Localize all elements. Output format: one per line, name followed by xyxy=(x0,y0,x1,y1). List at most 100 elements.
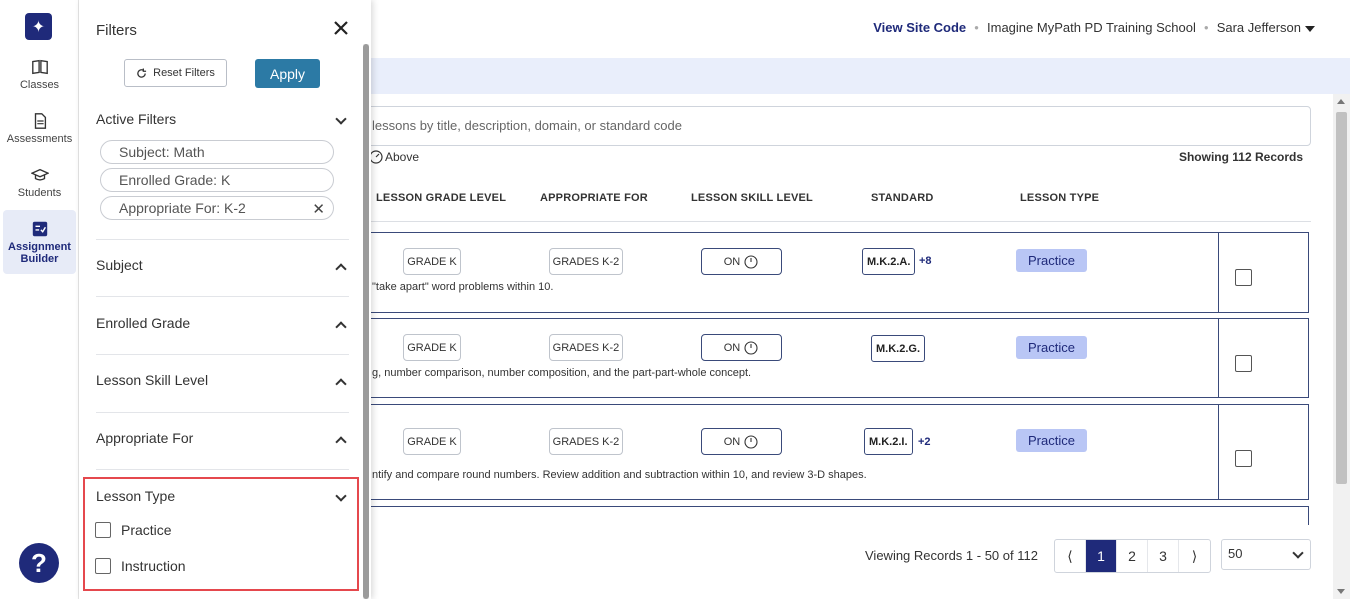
refresh-icon xyxy=(137,67,147,78)
caret-down-icon xyxy=(1305,26,1315,32)
gauge-icon xyxy=(744,340,758,355)
page-button-3[interactable]: 3 xyxy=(1148,540,1179,572)
table-row[interactable]: GRADE K GRADES K-2 ON M.K.2.A. +8 Practi… xyxy=(309,232,1309,313)
apply-button[interactable]: Apply xyxy=(255,59,320,88)
table-row[interactable]: GRADE K GRADES K-2 ON M.K.2.I. +2 Practi… xyxy=(309,404,1309,500)
table-row[interactable]: GRADE K GRADES K-2 ON M.K.2.G. Practice … xyxy=(309,318,1309,398)
chevron-up-icon xyxy=(335,378,347,390)
standard-badge[interactable]: M.K.2.A. xyxy=(862,248,916,275)
filter-section-subject[interactable]: Subject xyxy=(96,257,349,275)
lesson-description: ntify and compare round numbers. Review … xyxy=(372,469,867,481)
divider xyxy=(96,239,349,240)
chevron-down-icon xyxy=(1292,547,1304,559)
nav-item-classes[interactable]: Classes xyxy=(3,56,76,104)
appropriate-badge: GRADES K-2 xyxy=(549,428,623,455)
section-title: Appropriate For xyxy=(96,430,194,446)
scroll-down-icon[interactable] xyxy=(1337,589,1345,594)
graduation-cap-icon xyxy=(30,168,49,181)
header-divider xyxy=(309,221,1311,222)
nav-label: Assessments xyxy=(6,133,73,145)
app-logo-icon[interactable]: ✦ xyxy=(25,13,52,40)
col-lesson-type[interactable]: LESSON TYPE xyxy=(1020,192,1099,204)
row-checkbox[interactable] xyxy=(1235,269,1252,286)
gauge-icon xyxy=(369,150,383,164)
prev-page-button[interactable]: ⟨ xyxy=(1055,540,1086,572)
user-name: Sara Jefferson xyxy=(1216,20,1301,35)
col-standard[interactable]: STANDARD xyxy=(871,192,934,204)
select-cell xyxy=(1218,405,1308,499)
active-filters-title: Active Filters xyxy=(96,111,177,127)
nav-label: Classes xyxy=(19,79,60,91)
page-button-1[interactable]: 1 xyxy=(1086,540,1117,572)
select-cell xyxy=(1218,507,1308,526)
record-count: Showing 112 Records xyxy=(1178,150,1303,164)
scroll-up-icon[interactable] xyxy=(1337,99,1345,104)
col-appropriate-for[interactable]: APPROPRIATE FOR xyxy=(540,192,648,204)
book-icon xyxy=(31,59,48,75)
nav-label: Students xyxy=(17,187,62,199)
skill-label: ON xyxy=(723,255,741,268)
active-filters-header[interactable]: Active Filters xyxy=(96,111,349,127)
next-page-button[interactable]: ⟩ xyxy=(1179,540,1210,572)
appropriate-badge: GRADES K-2 xyxy=(549,248,623,275)
active-filter-chip: Subject: Math xyxy=(100,140,334,164)
row-checkbox[interactable] xyxy=(1235,450,1252,467)
records-per-page-select[interactable]: 50 xyxy=(1221,539,1311,570)
user-menu[interactable]: Sara Jefferson xyxy=(1217,20,1315,35)
filter-section-enrolled-grade[interactable]: Enrolled Grade xyxy=(96,315,349,333)
main-scrollbar[interactable] xyxy=(1333,94,1350,599)
per-page-value: 50 xyxy=(1228,546,1243,561)
remove-filter-icon[interactable]: ✕ xyxy=(312,200,325,218)
lesson-description: g, number comparison, number composition… xyxy=(372,367,752,379)
nav-item-assessments[interactable]: Assessments xyxy=(3,110,76,158)
more-standards[interactable]: +2 xyxy=(918,436,931,448)
chevron-down-icon xyxy=(335,113,347,125)
separator-dot: ● xyxy=(1203,23,1209,32)
reset-filters-button[interactable]: Reset Filters xyxy=(124,59,227,87)
row-checkbox[interactable] xyxy=(1235,355,1252,372)
skill-badge: ON xyxy=(701,248,782,275)
view-site-code-link[interactable]: View Site Code xyxy=(873,20,966,35)
standard-badge[interactable]: M.K.2.I. xyxy=(864,428,913,455)
section-title: Subject xyxy=(96,257,143,273)
col-lesson-grade-level[interactable]: LESSON GRADE LEVEL xyxy=(376,192,506,204)
col-lesson-skill-level[interactable]: LESSON SKILL LEVEL xyxy=(691,192,813,204)
skill-badge: ON xyxy=(701,334,782,361)
divider xyxy=(96,354,349,355)
school-name: Imagine MyPath PD Training School xyxy=(987,20,1196,35)
grade-badge: GRADE K xyxy=(403,248,461,275)
nav-item-students[interactable]: Students xyxy=(3,164,76,212)
section-title: Lesson Skill Level xyxy=(96,372,209,388)
pagination: ⟨ 1 2 3 ⟩ xyxy=(1054,539,1211,573)
skill-label: ON xyxy=(723,341,741,354)
divider xyxy=(96,469,349,470)
pagination-summary: Viewing Records 1 - 50 of 112 xyxy=(865,548,1038,563)
close-icon[interactable] xyxy=(333,20,349,36)
scroll-thumb[interactable] xyxy=(363,44,369,599)
filter-section-appropriate-for[interactable]: Appropriate For xyxy=(96,430,349,448)
page-button-2[interactable]: 2 xyxy=(1117,540,1148,572)
chip-label: Subject: Math xyxy=(119,144,205,160)
filter-section-lesson-skill-level[interactable]: Lesson Skill Level xyxy=(96,372,349,390)
scroll-thumb[interactable] xyxy=(1336,112,1347,484)
lesson-type-badge: Practice xyxy=(1016,336,1087,359)
grade-badge: GRADE K xyxy=(403,428,461,455)
lesson-type-badge: Practice xyxy=(1016,429,1087,452)
skill-badge: ON xyxy=(701,428,782,455)
help-button[interactable]: ? xyxy=(19,543,59,583)
search-input[interactable]: lessons by title, description, domain, o… xyxy=(309,106,1311,146)
chevron-up-icon xyxy=(335,263,347,275)
active-filter-chip: Appropriate For: K-2 ✕ xyxy=(100,196,334,220)
above-label: Above xyxy=(385,150,420,164)
reset-label: Reset Filters xyxy=(153,67,215,79)
panel-scrollbar[interactable] xyxy=(363,44,369,599)
standard-badge[interactable]: M.K.2.G. xyxy=(871,335,926,362)
select-cell xyxy=(1218,233,1308,312)
document-icon xyxy=(34,113,46,129)
nav-item-assignment-builder[interactable]: Assignment Builder xyxy=(3,210,76,274)
table-row[interactable] xyxy=(309,506,1309,526)
divider xyxy=(96,296,349,297)
row-fade xyxy=(309,525,1311,535)
checklist-icon xyxy=(32,221,47,237)
more-standards[interactable]: +8 xyxy=(919,255,932,267)
